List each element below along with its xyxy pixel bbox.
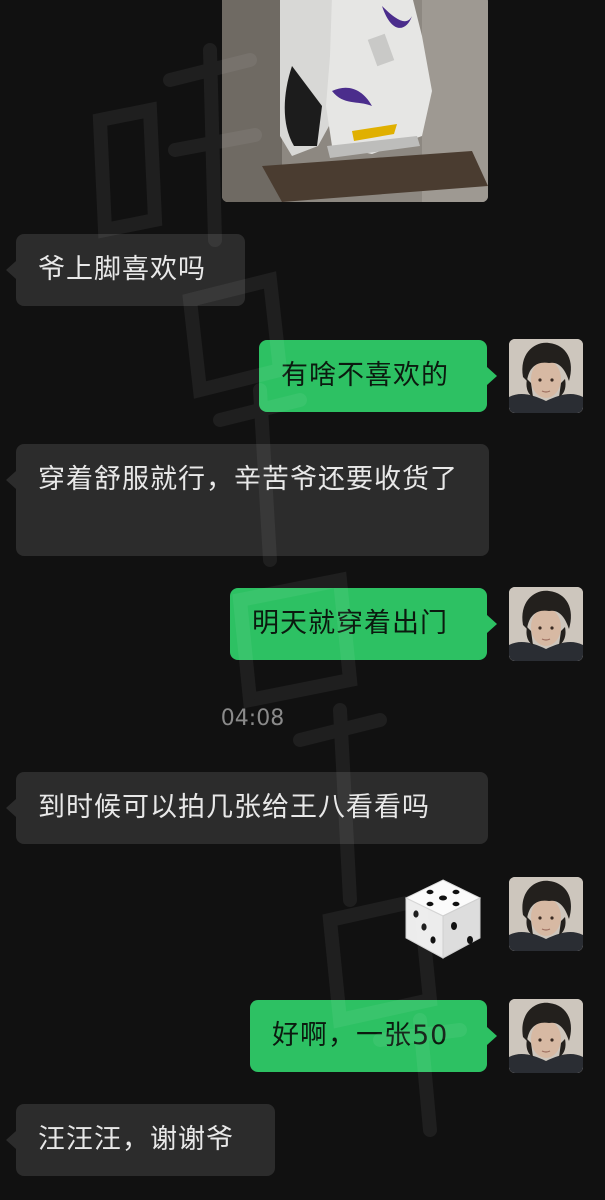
message-bubble-outgoing[interactable]: 明天就穿着出门 xyxy=(230,588,497,660)
message-bubble-outgoing[interactable]: 好啊，一张50 xyxy=(250,1000,497,1072)
user-avatar[interactable] xyxy=(509,339,583,413)
shoe-photo[interactable] xyxy=(222,0,488,202)
message-timestamp: 04:08 xyxy=(220,706,285,731)
message-bubble-incoming[interactable]: 汪汪汪，谢谢爷 xyxy=(6,1104,275,1176)
message-bubble-incoming[interactable]: 爷上脚喜欢吗 xyxy=(6,234,245,306)
user-avatar[interactable] xyxy=(509,877,583,951)
message-bubble-incoming[interactable]: 穿着舒服就行，辛苦爷还要收货了 xyxy=(6,444,489,556)
message-bubble-outgoing[interactable]: 有啥不喜欢的 xyxy=(259,340,497,412)
user-avatar[interactable] xyxy=(509,999,583,1073)
user-avatar[interactable] xyxy=(509,587,583,661)
chat-thread: 爷上脚喜欢吗 有啥不喜欢的 穿着舒服就行，辛苦爷还要收货了 明天就穿着出门 04… xyxy=(0,0,605,1200)
message-bubble-incoming[interactable]: 到时候可以拍几张给王八看看吗 xyxy=(6,772,488,844)
dice-icon[interactable] xyxy=(400,876,486,962)
